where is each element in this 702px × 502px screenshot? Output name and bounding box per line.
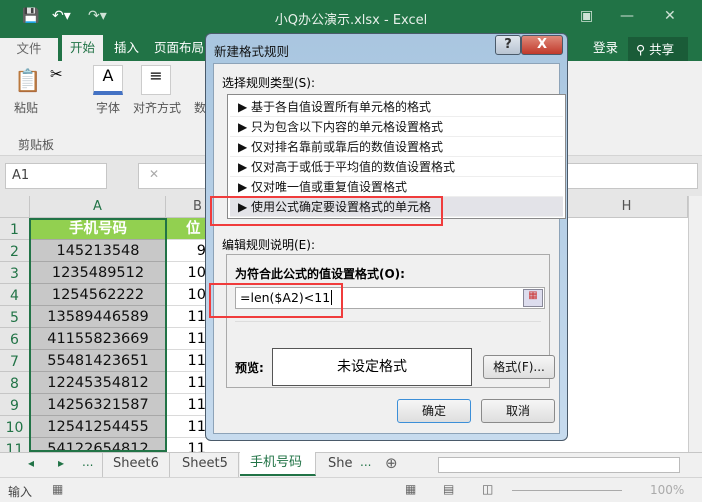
- page-layout-view-icon[interactable]: ▤: [443, 482, 454, 496]
- sheet-tab-she[interactable]: She: [318, 453, 363, 477]
- align-icon[interactable]: ≡: [141, 65, 171, 95]
- status-bar: 输入 ▦ ▦ ▤ ◫ 100%: [0, 477, 702, 502]
- close-button[interactable]: X: [521, 35, 563, 55]
- dialog-title: 新建格式规则: [214, 44, 290, 59]
- title-bar: 💾 ↶▾ ↷▾ 小Q办公演示.xlsx - Excel ▣ — ✕: [0, 0, 702, 35]
- sheet-tab-sheet6[interactable]: Sheet6: [102, 453, 170, 477]
- column-header-h[interactable]: H: [566, 196, 688, 218]
- range-select-icon[interactable]: ▦: [523, 289, 543, 307]
- new-format-rule-dialog: 新建格式规则 ? X 选择规则类型(S): ▶ 基于各自值设置所有单元格的格式 ▶…: [205, 33, 568, 441]
- share-button[interactable]: ⚲ 共享: [628, 37, 688, 61]
- share-label: 共享: [649, 42, 675, 57]
- tab-page-layout[interactable]: 页面布局: [146, 35, 212, 61]
- minimize-icon[interactable]: —: [620, 8, 634, 24]
- rule-type-item[interactable]: ▶ 仅对高于或低于平均值的数值设置格式: [230, 157, 563, 177]
- rule-type-item[interactable]: ▶ 仅对排名靠前或靠后的数值设置格式: [230, 137, 563, 157]
- row-header[interactable]: 9: [0, 394, 30, 416]
- rule-type-label: 选择规则类型(S):: [222, 76, 316, 90]
- sheet-tab-phone[interactable]: 手机号码: [240, 452, 316, 476]
- next-sheet-icon[interactable]: ▸: [58, 456, 64, 470]
- font-label[interactable]: 字体: [96, 99, 120, 116]
- align-label[interactable]: 对齐方式: [133, 99, 181, 116]
- formula-label: 为符合此公式的值设置格式(O):: [235, 267, 405, 281]
- normal-view-icon[interactable]: ▦: [405, 482, 416, 496]
- column-header-a[interactable]: A: [30, 196, 166, 218]
- selection-outline: [29, 218, 167, 452]
- window-title: 小Q办公演示.xlsx - Excel: [274, 13, 428, 28]
- more-sheets-left[interactable]: ...: [82, 455, 93, 469]
- row-header[interactable]: 3: [0, 262, 30, 284]
- name-box[interactable]: A1: [5, 163, 107, 189]
- row-header[interactable]: 2: [0, 240, 30, 262]
- rule-type-item[interactable]: ▶ 基于各自值设置所有单元格的格式: [230, 97, 563, 117]
- cancel-button[interactable]: 取消: [481, 399, 555, 423]
- highlight-box-rule: [210, 196, 443, 226]
- rule-type-text: 仅对排名靠前或靠后的数值设置格式: [251, 140, 444, 154]
- zoom-level[interactable]: 100%: [650, 483, 684, 497]
- row-header[interactable]: 1: [0, 218, 30, 240]
- tab-insert[interactable]: 插入: [106, 35, 147, 61]
- tab-home[interactable]: 开始: [62, 35, 104, 61]
- dialog-body: 选择规则类型(S): ▶ 基于各自值设置所有单元格的格式 ▶ 只为包含以下内容的单…: [209, 63, 566, 434]
- row-header[interactable]: 6: [0, 328, 30, 350]
- format-button[interactable]: 格式(F)...: [483, 355, 555, 379]
- edit-rule-label: 编辑规则说明(E):: [222, 238, 315, 252]
- row-header[interactable]: 8: [0, 372, 30, 394]
- help-button[interactable]: ?: [495, 35, 521, 55]
- row-header[interactable]: 5: [0, 306, 30, 328]
- select-all[interactable]: [0, 196, 30, 218]
- row-header[interactable]: 7: [0, 350, 30, 372]
- ok-button[interactable]: 确定: [397, 399, 471, 423]
- divider: [235, 321, 541, 322]
- rule-type-item[interactable]: ▶ 只为包含以下内容的单元格设置格式: [230, 117, 563, 137]
- horizontal-scrollbar[interactable]: [438, 457, 680, 473]
- more-sheets-right[interactable]: ...: [360, 455, 371, 469]
- cancel-icon[interactable]: ✕: [149, 167, 159, 181]
- mode-indicator: 输入: [8, 485, 33, 499]
- cut-icon[interactable]: ✂: [50, 65, 63, 83]
- rule-type-item[interactable]: ▶ 仅对唯一值或重复值设置格式: [230, 177, 563, 197]
- rule-type-text: 仅对唯一值或重复值设置格式: [251, 180, 408, 194]
- zoom-slider[interactable]: [512, 490, 622, 491]
- close-window-icon[interactable]: ✕: [664, 8, 676, 24]
- vertical-scrollbar[interactable]: [688, 196, 702, 452]
- add-sheet-icon[interactable]: ⊕: [385, 454, 398, 472]
- rule-type-text: 基于各自值设置所有单元格的格式: [251, 100, 432, 114]
- rule-type-text: 只为包含以下内容的单元格设置格式: [251, 120, 444, 134]
- prev-sheet-icon[interactable]: ◂: [28, 456, 34, 470]
- preview-box: 未设定格式: [272, 348, 472, 386]
- login-link[interactable]: 登录: [585, 35, 626, 61]
- font-icon[interactable]: A: [93, 65, 123, 95]
- clipboard-group-label: 剪贴板: [18, 138, 55, 152]
- rule-type-text: 仅对高于或低于平均值的数值设置格式: [251, 160, 456, 174]
- paste-icon[interactable]: 📋: [14, 69, 41, 94]
- row-header[interactable]: 4: [0, 284, 30, 306]
- sheet-tabs-bar: ◂ ▸ ... Sheet6 Sheet5 手机号码 She ... ⊕: [0, 452, 702, 477]
- paste-label: 粘贴: [14, 101, 39, 115]
- rule-description-panel: 为符合此公式的值设置格式(O): =len($A2)<11 ▦ 预览: 未设定格…: [226, 254, 555, 388]
- sheet-tab-sheet5[interactable]: Sheet5: [172, 453, 239, 477]
- ribbon-display-icon[interactable]: ▣: [580, 8, 593, 24]
- highlight-box-formula: [209, 283, 343, 318]
- preview-label: 预览:: [235, 361, 264, 375]
- tab-file[interactable]: 文件: [0, 38, 58, 61]
- page-break-view-icon[interactable]: ◫: [482, 482, 493, 496]
- row-header[interactable]: 10: [0, 416, 30, 438]
- macro-record-icon[interactable]: ▦: [52, 482, 63, 496]
